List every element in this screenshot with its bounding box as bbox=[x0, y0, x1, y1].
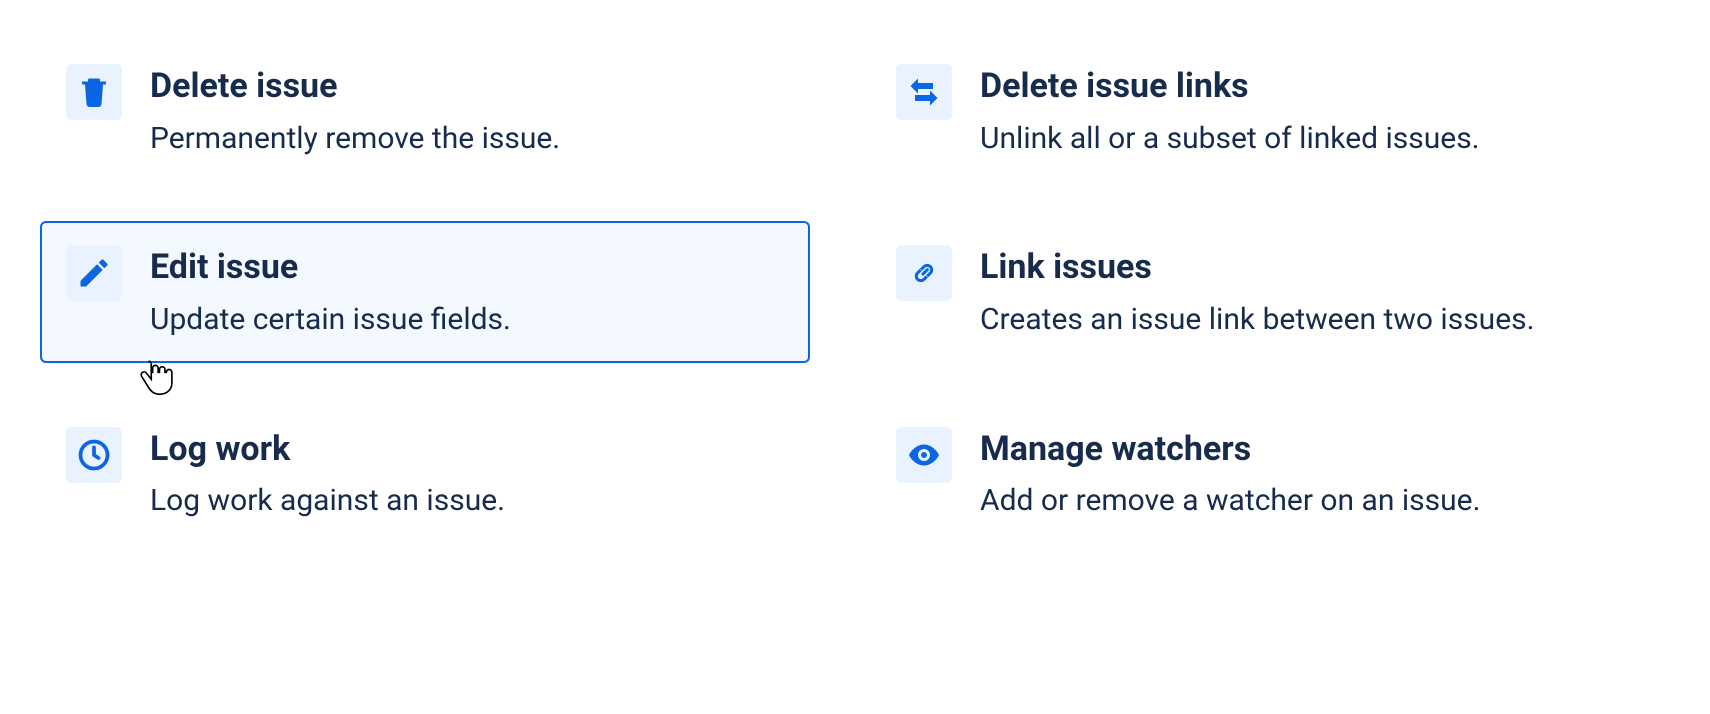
action-text: Delete issue links Unlink all or a subse… bbox=[980, 62, 1480, 159]
action-delete-issue-links[interactable]: Delete issue links Unlink all or a subse… bbox=[870, 40, 1640, 181]
action-desc: Unlink all or a subset of linked issues. bbox=[980, 119, 1480, 160]
action-title: Link issues bbox=[980, 247, 1535, 288]
action-desc: Update certain issue fields. bbox=[150, 300, 511, 341]
action-text: Edit issue Update certain issue fields. bbox=[150, 243, 511, 340]
action-text: Link issues Creates an issue link betwee… bbox=[980, 243, 1535, 340]
action-link-issues[interactable]: Link issues Creates an issue link betwee… bbox=[870, 221, 1640, 362]
action-log-work[interactable]: Log work Log work against an issue. bbox=[40, 403, 810, 544]
swap-arrows-icon bbox=[896, 64, 952, 120]
cursor-pointer-icon bbox=[132, 353, 176, 401]
action-desc: Add or remove a watcher on an issue. bbox=[980, 481, 1481, 522]
action-text: Log work Log work against an issue. bbox=[150, 425, 505, 522]
pencil-icon bbox=[66, 245, 122, 301]
action-desc: Creates an issue link between two issues… bbox=[980, 300, 1535, 341]
link-icon bbox=[896, 245, 952, 301]
action-manage-watchers[interactable]: Manage watchers Add or remove a watcher … bbox=[870, 403, 1640, 544]
action-grid: Delete issue Permanently remove the issu… bbox=[40, 40, 1640, 544]
action-title: Log work bbox=[150, 429, 505, 470]
action-title: Manage watchers bbox=[980, 429, 1481, 470]
action-desc: Permanently remove the issue. bbox=[150, 119, 560, 160]
action-title: Delete issue bbox=[150, 66, 560, 107]
clock-icon bbox=[66, 427, 122, 483]
action-desc: Log work against an issue. bbox=[150, 481, 505, 522]
action-text: Delete issue Permanently remove the issu… bbox=[150, 62, 560, 159]
action-title: Delete issue links bbox=[980, 66, 1480, 107]
action-delete-issue[interactable]: Delete issue Permanently remove the issu… bbox=[40, 40, 810, 181]
action-edit-issue[interactable]: Edit issue Update certain issue fields. bbox=[40, 221, 810, 362]
action-title: Edit issue bbox=[150, 247, 511, 288]
eye-icon bbox=[896, 427, 952, 483]
action-text: Manage watchers Add or remove a watcher … bbox=[980, 425, 1481, 522]
trash-icon bbox=[66, 64, 122, 120]
